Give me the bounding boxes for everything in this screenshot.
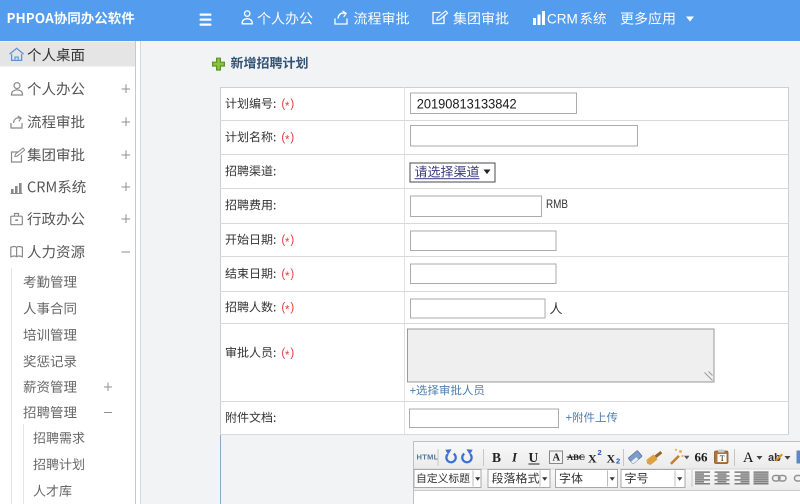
svg-text:X: X [588,451,597,465]
svg-text:): ) [290,302,294,314]
svg-text:*: * [285,304,290,316]
svg-text:): ) [290,348,294,360]
svg-text:): ) [290,235,294,247]
svg-text:B: B [492,450,501,465]
svg-text:): ) [290,132,294,144]
svg-text:*: * [285,134,290,146]
svg-text:HTML: HTML [417,453,439,462]
svg-text:2: 2 [616,457,620,466]
svg-text:RMB: RMB [546,197,568,211]
svg-text:+: + [410,385,417,397]
svg-text:*: * [285,237,290,249]
svg-text:2: 2 [598,448,602,457]
svg-text:*: * [285,101,290,113]
svg-text:A: A [743,450,754,466]
svg-text:*: * [285,271,290,283]
svg-text:X: X [607,451,616,465]
svg-text:CRM: CRM [547,11,578,26]
svg-text:A: A [553,453,561,464]
svg-text:): ) [290,269,294,281]
svg-text:20190813133842: 20190813133842 [417,96,517,112]
svg-text:I: I [511,450,518,465]
svg-text:T: T [720,454,725,463]
svg-text:U: U [529,450,539,465]
svg-text:+: + [566,413,573,425]
svg-text:): ) [290,99,294,111]
svg-text:66: 66 [695,450,709,465]
svg-text:*: * [285,350,290,362]
